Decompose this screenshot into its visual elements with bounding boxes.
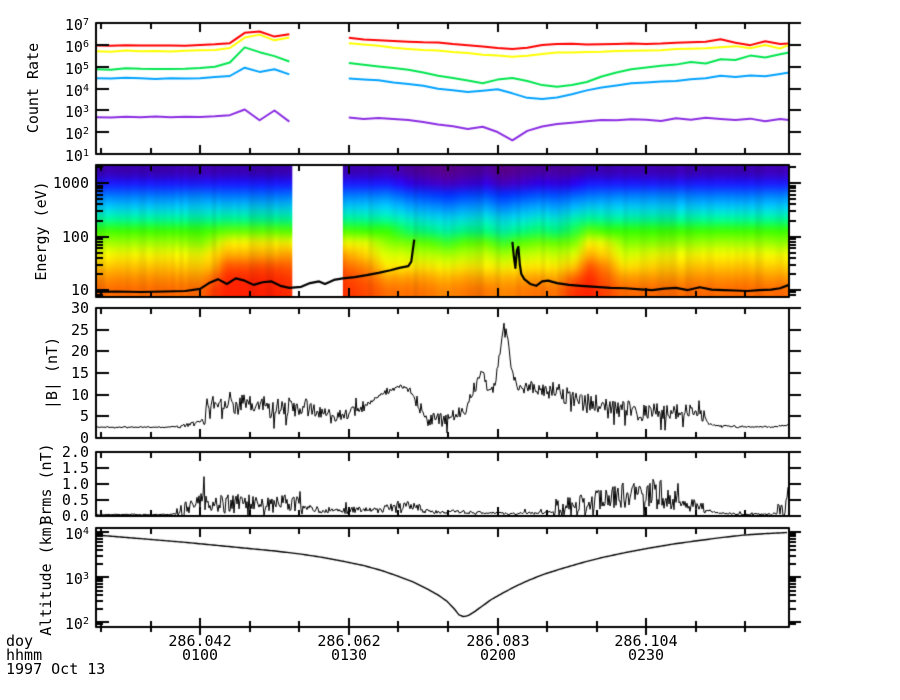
chart-canvas	[0, 0, 900, 700]
figure: Count Rate Energy (eV) |B| (nT) Brms (nT…	[0, 0, 900, 700]
